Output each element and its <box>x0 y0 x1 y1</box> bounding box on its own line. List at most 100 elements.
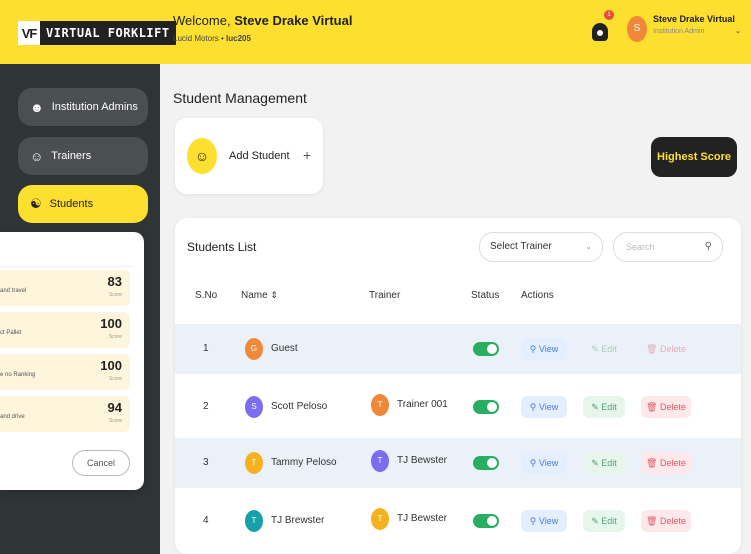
sidebar-item-trainers[interactable]: ☺ Trainers <box>18 137 148 175</box>
trainer-name: TJ Bewster <box>397 513 448 524</box>
table-row: 1 G Guest ⚲ View ✎ Edit 🗑 Delete <box>175 324 741 374</box>
avatar: T <box>371 394 389 416</box>
highest-score-modal: and travel 83 Score ct Pallet 100 Score … <box>0 232 144 490</box>
delete-button: 🗑 Delete <box>646 344 686 354</box>
delete-button[interactable]: 🗑 Delete <box>641 510 691 532</box>
student-name: Guest <box>271 343 298 354</box>
view-label: View <box>538 402 559 412</box>
bell-icon[interactable] <box>590 20 610 42</box>
score-row: and drive 94 Score <box>0 396 130 432</box>
search-placeholder: Search <box>626 242 655 252</box>
view-button[interactable]: ⚲ View <box>521 452 567 474</box>
view-button[interactable]: ⚲ View <box>521 396 567 418</box>
sidebar-item-students[interactable]: ☯ Students <box>18 185 148 223</box>
welcome-user: Steve Drake Virtual <box>234 13 353 28</box>
column-header-status: Status <box>471 290 500 301</box>
company-line: Lucid Motors • luc205 <box>173 34 251 43</box>
user-name[interactable]: Steve Drake Virtual <box>653 14 735 24</box>
avatar[interactable]: S <box>627 16 647 42</box>
status-toggle[interactable] <box>473 342 499 356</box>
avatar: S <box>245 396 263 418</box>
avatar: T <box>245 452 263 474</box>
score-caption: Score <box>108 292 122 298</box>
edit-label: Edit <box>601 402 617 412</box>
column-header-name[interactable]: Name ⇕ <box>241 290 278 301</box>
score-caption: Score <box>108 376 122 382</box>
score-row: ct Pallet 100 Score <box>0 312 130 348</box>
table-row: 3 T Tammy Peloso T TJ Bewster ⚲ View ✎ E… <box>175 438 741 488</box>
trainer-name: TJ Bewster <box>397 455 448 466</box>
column-header-name-label: Name <box>241 290 268 301</box>
score-row: e no Ranking 100 Score <box>0 354 130 390</box>
score-label: and travel <box>0 288 27 294</box>
page-title: Student Management <box>173 90 307 106</box>
delete-button[interactable]: 🗑 Delete <box>641 452 691 474</box>
student-icon: ☯ <box>30 196 42 211</box>
delete-label: Delete <box>659 516 686 526</box>
row-sno: 1 <box>203 343 209 354</box>
add-user-icon: ☺ <box>187 138 217 174</box>
row-sno: 2 <box>203 401 209 412</box>
student-name: Scott Peloso <box>271 401 328 412</box>
search-input[interactable]: Search ⚲ <box>613 232 723 262</box>
delete-label: Delete <box>659 402 686 412</box>
score-label: and drive <box>0 414 25 420</box>
add-student-card[interactable]: ☺ Add Student + <box>175 118 323 194</box>
column-header-actions: Actions <box>521 290 554 301</box>
column-header-sno: S.No <box>195 290 218 301</box>
edit-button[interactable]: ✎ Edit <box>583 510 625 532</box>
view-label: View <box>538 516 559 526</box>
cancel-button[interactable]: Cancel <box>72 450 130 476</box>
students-list-card: Students List Select Trainer ⌄ Search ⚲ … <box>175 218 741 554</box>
delete-button[interactable]: 🗑 Delete <box>641 396 691 418</box>
status-toggle[interactable] <box>473 514 499 528</box>
search-icon: ⚲ <box>704 241 712 252</box>
list-title: Students List <box>187 240 257 254</box>
edit-button[interactable]: ✎ Edit <box>583 396 625 418</box>
score-value: 83 <box>107 274 122 289</box>
sidebar-item-label: Institution Admins <box>51 101 138 113</box>
status-toggle[interactable] <box>473 456 499 470</box>
table-row: 2 S Scott Peloso T Trainer 001 ⚲ View ✎ … <box>175 382 741 432</box>
company-code: luc205 <box>226 34 251 43</box>
app-logo[interactable]: VF VIRTUAL FORKLIFT <box>18 20 176 46</box>
delete-label: Delete <box>659 458 686 468</box>
view-button[interactable]: ⚲ View <box>521 510 567 532</box>
score-value: 94 <box>107 400 122 415</box>
score-label: ct Pallet <box>0 330 22 336</box>
chevron-down-icon: ⌄ <box>585 242 592 251</box>
edit-label: Edit <box>601 344 617 354</box>
trainer-select-value: Select Trainer <box>490 241 552 252</box>
view-button[interactable]: ⚲ View <box>521 338 567 360</box>
score-caption: Score <box>108 418 122 424</box>
welcome-message: Welcome, Steve Drake Virtual <box>173 13 352 28</box>
student-name: Tammy Peloso <box>271 457 337 468</box>
notification-badge: 1 <box>604 10 614 20</box>
admin-icon: ☻ <box>30 99 44 115</box>
trainer-select[interactable]: Select Trainer ⌄ <box>479 232 603 262</box>
status-toggle[interactable] <box>473 400 499 414</box>
score-value: 100 <box>100 358 122 373</box>
top-header: VF VIRTUAL FORKLIFT Welcome, Steve Drake… <box>0 0 751 64</box>
highest-score-button[interactable]: Highest Score <box>651 137 737 177</box>
delete-label: Delete <box>659 344 686 354</box>
logo-mark: VF <box>18 21 40 45</box>
avatar: T <box>371 508 389 530</box>
avatar: T <box>371 450 389 472</box>
edit-label: Edit <box>601 516 617 526</box>
row-sno: 4 <box>203 515 209 526</box>
view-label: View <box>538 458 559 468</box>
sidebar-item-institution-admins[interactable]: ☻ Institution Admins <box>18 88 148 126</box>
chevron-down-icon[interactable]: ⌄ <box>735 27 741 35</box>
score-caption: Score <box>108 334 122 340</box>
avatar: T <box>245 510 263 532</box>
avatar: G <box>245 338 263 360</box>
user-role: Institution Admin <box>653 28 705 35</box>
trainer-icon: ☺ <box>30 148 44 164</box>
edit-button[interactable]: ✎ Edit <box>583 452 625 474</box>
score-value: 100 <box>100 316 122 331</box>
trainer-name: Trainer 001 <box>397 399 448 410</box>
sidebar-item-label: Trainers <box>51 150 92 162</box>
table-row: 4 T TJ Brewster T TJ Bewster ⚲ View ✎ Ed… <box>175 496 741 546</box>
plus-icon: + <box>303 147 312 163</box>
